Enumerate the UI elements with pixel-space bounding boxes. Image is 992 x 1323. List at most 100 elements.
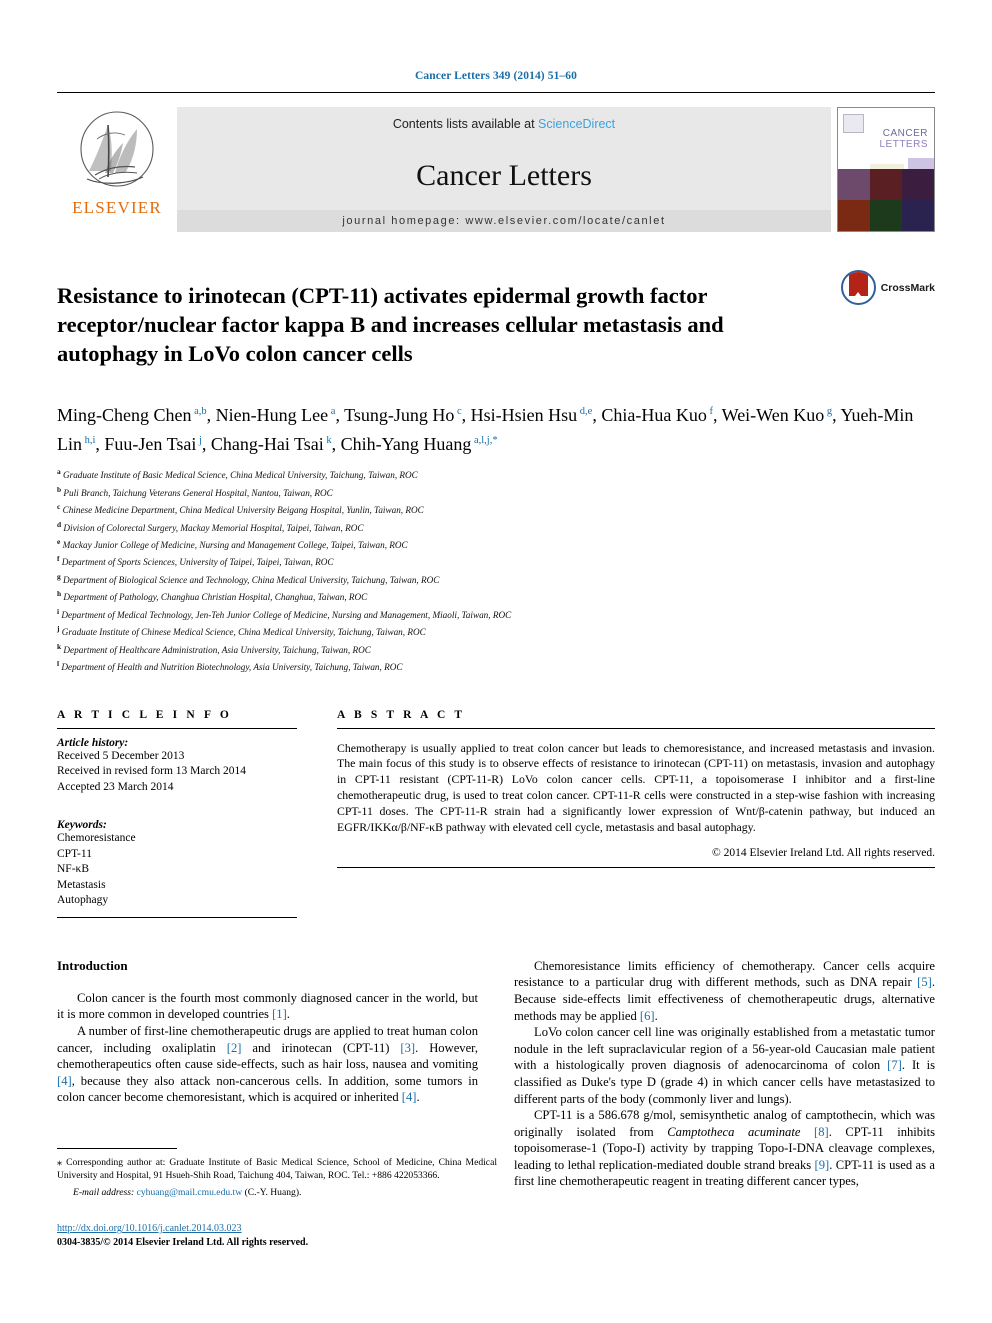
affiliation-item: b Puli Branch, Taichung Veterans General… xyxy=(57,483,935,500)
article-info-column: A R T I C L E I N F O Article history: R… xyxy=(57,709,297,918)
author-name: Ming-Cheng Chen xyxy=(57,405,192,426)
species-name: Camptotheca acuminate xyxy=(667,1124,801,1139)
footnote-block: ⁎ Corresponding author at: Graduate Inst… xyxy=(57,1148,497,1198)
cover-cell xyxy=(902,200,934,231)
running-head: Cancer Letters 349 (2014) 51–60 xyxy=(415,70,577,82)
affiliation-text: Department of Medical Technology, Jen-Te… xyxy=(59,609,512,620)
author-affiliation-mark: a xyxy=(328,406,336,418)
affiliation-text: Graduate Institute of Basic Medical Scie… xyxy=(60,470,418,481)
affiliation-item: i Department of Medical Technology, Jen-… xyxy=(57,605,935,622)
affiliation-item: a Graduate Institute of Basic Medical Sc… xyxy=(57,465,935,482)
keywords-list: Chemoresistance CPT-11 NF-κB Metastasis Auto… xyxy=(57,831,297,909)
contents-prefix: Contents lists available at xyxy=(392,117,539,131)
affiliation-item: c Chinese Medicine Department, China Med… xyxy=(57,500,935,517)
contents-available-line: Contents lists available at ScienceDirec… xyxy=(393,117,615,131)
affiliation-text: Mackay Junior College of Medicine, Nursi… xyxy=(60,540,408,551)
affiliation-item: k Department of Healthcare Administratio… xyxy=(57,640,935,657)
author-affiliation-mark: j xyxy=(196,435,202,447)
citation-link[interactable]: [8] xyxy=(814,1125,829,1139)
citation-link[interactable]: [6] xyxy=(640,1009,655,1023)
affiliation-text: Department of Pathology, Changhua Christ… xyxy=(61,592,368,603)
affiliation-text: Graduate Institute of Chinese Medical Sc… xyxy=(59,627,426,638)
cover-cell xyxy=(838,169,870,200)
body-paragraph: Colon cancer is the fourth most commonly… xyxy=(57,990,478,1022)
citation-link[interactable]: [9] xyxy=(815,1158,830,1172)
introduction-right-paragraphs: Chemoresistance limits efficiency of che… xyxy=(514,958,935,1190)
email-address-link[interactable]: cyhuang@mail.cmu.edu.tw xyxy=(137,1187,243,1198)
page-title: Resistance to irinotecan (CPT-11) activa… xyxy=(57,283,724,367)
citation-link[interactable]: [4] xyxy=(402,1090,417,1104)
body-column-right: Chemoresistance limits efficiency of che… xyxy=(514,958,935,1190)
footnote-marker: ⁎ xyxy=(57,1157,62,1168)
citation-link[interactable]: [3] xyxy=(400,1041,415,1055)
author-affiliation-mark: a,b xyxy=(191,406,207,418)
article-info-bottom-rule xyxy=(57,916,297,918)
journal-masthead: ELSEVIER Contents lists available at Sci… xyxy=(57,107,935,232)
article-info-rule xyxy=(57,727,297,729)
author-name: Nien-Hung Lee xyxy=(215,405,329,426)
body-paragraph: LoVo colon cancer cell line was original… xyxy=(514,1025,935,1106)
affiliation-item: h Department of Pathology, Changhua Chri… xyxy=(57,587,935,604)
cover-cell xyxy=(870,169,902,200)
cover-title-line1: CANCER xyxy=(882,128,928,139)
author-affiliation-mark: h,i xyxy=(82,435,96,447)
corresponding-author-note: ⁎ Corresponding author at: Graduate Inst… xyxy=(57,1156,497,1182)
journal-cover-thumbnail: CANCER LETTERS xyxy=(837,107,935,232)
author-affiliation-mark: f xyxy=(706,406,713,418)
elsevier-tree-icon xyxy=(75,109,159,197)
affiliation-text: Department of Sports Sciences, Universit… xyxy=(59,557,334,568)
keywords-label: Keywords: xyxy=(57,819,107,832)
citation-link[interactable]: [1] xyxy=(272,1007,287,1021)
elsevier-logo: ELSEVIER xyxy=(57,107,177,232)
article-history-item: Accepted 23 March 2014 xyxy=(57,780,174,793)
abstract-column: A B S T R A C T Chemotherapy is usually … xyxy=(337,709,935,918)
sciencedirect-link[interactable]: ScienceDirect xyxy=(538,117,615,131)
cover-image-grid xyxy=(838,169,934,231)
keyword-item: Autophagy xyxy=(57,894,109,907)
affiliation-item: e Mackay Junior College of Medicine, Nur… xyxy=(57,535,935,552)
article-history-item: Received 5 December 2013 xyxy=(57,749,185,762)
affiliation-item: f Department of Sports Sciences, Univers… xyxy=(57,552,935,569)
article-history-list: Received 5 December 2013 Received in revi… xyxy=(57,749,297,796)
citation-link[interactable]: [2] xyxy=(227,1041,242,1055)
abstract-copyright: © 2014 Elsevier Ireland Ltd. All rights … xyxy=(711,847,935,860)
author-name: Hsi-Hsien Hsu xyxy=(470,405,578,426)
affiliation-item: g Department of Biological Science and T… xyxy=(57,570,935,587)
issn-copyright-line: 0304-3835/© 2014 Elsevier Ireland Ltd. A… xyxy=(57,1237,309,1248)
citation-link[interactable]: [7] xyxy=(887,1058,902,1072)
citation-link[interactable]: [5] xyxy=(917,975,932,989)
email-label: E-mail address: xyxy=(73,1187,135,1199)
keyword-item: Chemoresistance xyxy=(57,832,136,845)
article-history-item: Received in revised form 13 March 2014 xyxy=(57,765,247,778)
cover-title-line2: LETTERS xyxy=(879,139,928,150)
cover-cell xyxy=(870,200,902,231)
keyword-item: Metastasis xyxy=(57,878,106,891)
abstract-rule xyxy=(337,727,935,729)
introduction-left-paragraphs: Colon cancer is the fourth most commonly… xyxy=(57,990,478,1106)
keywords-block: Keywords: Chemoresistance CPT-11 NF-κB Meta… xyxy=(57,819,297,909)
body-paragraph: CPT-11 is a 586.678 g/mol, semisynthetic… xyxy=(514,1108,935,1189)
article-info-heading: A R T I C L E I N F O xyxy=(57,708,232,721)
doi-link[interactable]: http://dx.doi.org/10.1016/j.canlet.2014.… xyxy=(57,1222,497,1236)
crossmark-badge[interactable]: CrossMark xyxy=(840,266,935,305)
introduction-heading: Introduction xyxy=(57,957,128,973)
journal-homepage-link[interactable]: journal homepage: www.elsevier.com/locat… xyxy=(177,210,831,232)
cover-stamp-icon xyxy=(843,114,864,133)
journal-title: Cancer Letters xyxy=(416,158,592,192)
author-name: Chia-Hua Kuo xyxy=(601,405,707,426)
cover-cell xyxy=(838,200,870,231)
cover-cell xyxy=(902,169,934,200)
footer-block: http://dx.doi.org/10.1016/j.canlet.2014.… xyxy=(57,1222,497,1250)
running-head-rule xyxy=(57,92,935,93)
citation-link[interactable]: [4] xyxy=(57,1074,72,1088)
masthead-center: Contents lists available at ScienceDirec… xyxy=(177,107,831,232)
affiliation-list: a Graduate Institute of Basic Medical Sc… xyxy=(57,465,935,675)
author-name: Wei-Wen Kuo xyxy=(721,405,825,426)
author-name: Chang-Hai Tsai xyxy=(210,434,324,455)
affiliation-text: Division of Colorectal Surgery, Mackay M… xyxy=(61,522,364,533)
body-paragraph: A number of first-line chemotherapeutic … xyxy=(57,1023,479,1105)
article-history-label: Article history: xyxy=(57,736,129,749)
affiliation-item: j Graduate Institute of Chinese Medical … xyxy=(57,622,935,639)
article-page: Cancer Letters 349 (2014) 51–60 ELSEVIER xyxy=(0,0,992,1323)
email-line: E-mail address: cyhuang@mail.cmu.edu.tw … xyxy=(57,1187,497,1198)
